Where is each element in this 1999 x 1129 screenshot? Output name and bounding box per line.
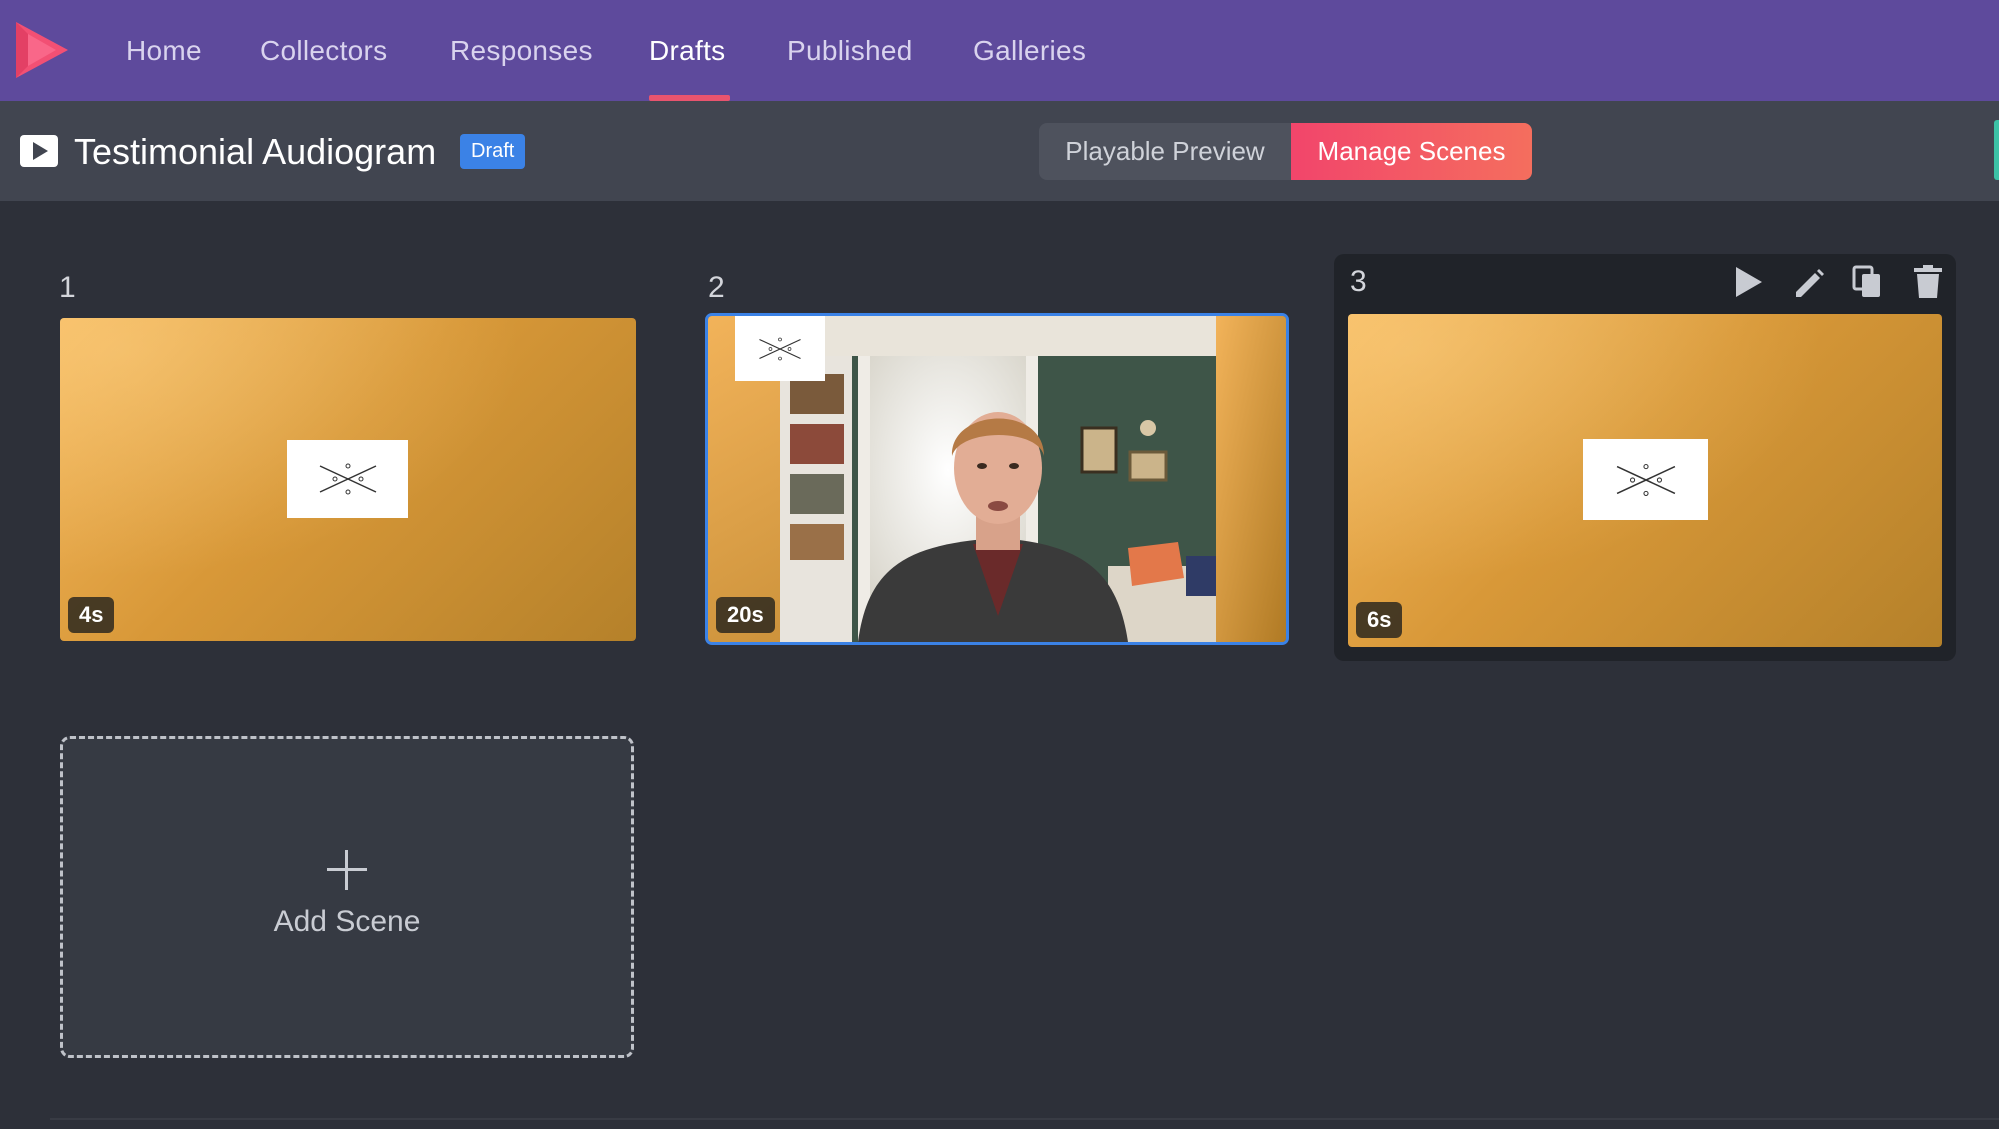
logo-placeholder: [287, 440, 408, 518]
logo-placeholder: [735, 316, 825, 381]
nav-galleries[interactable]: Galleries: [973, 0, 1086, 101]
nav-home[interactable]: Home: [126, 0, 202, 101]
page-title: Testimonial Audiogram: [74, 131, 437, 172]
trash-icon[interactable]: [1911, 264, 1945, 300]
scene-number: 3: [1350, 265, 1367, 298]
scene-thumbnail[interactable]: 20s: [705, 313, 1289, 645]
nav-published[interactable]: Published: [787, 0, 913, 101]
plus-icon[interactable]: [325, 848, 369, 892]
scene-number: 1: [59, 271, 76, 304]
divider: [50, 1118, 1999, 1120]
logo-mark-icon: [759, 337, 801, 360]
duration-badge: 20s: [716, 597, 775, 633]
duplicate-icon[interactable]: [1851, 264, 1885, 300]
scene-number: 2: [708, 271, 725, 304]
pencil-icon[interactable]: [1792, 264, 1826, 300]
duration-badge: 4s: [68, 597, 115, 633]
side-panel-edge[interactable]: [1994, 120, 1999, 180]
status-badge: Draft: [460, 134, 526, 169]
playable-preview-button[interactable]: Playable Preview: [1039, 123, 1291, 180]
manage-scenes-button[interactable]: Manage Scenes: [1291, 123, 1532, 180]
logo-placeholder: [1583, 439, 1708, 520]
app-logo-icon[interactable]: [14, 20, 70, 80]
duration-badge: 6s: [1356, 602, 1403, 638]
video-icon: [20, 135, 58, 167]
nav-drafts[interactable]: Drafts: [649, 0, 725, 101]
logo-mark-icon: [319, 463, 376, 495]
nav-collectors[interactable]: Collectors: [260, 0, 387, 101]
top-nav: Home Collectors Responses Drafts Publish…: [0, 0, 1999, 101]
scene-thumbnail[interactable]: 4s: [60, 318, 636, 641]
scene-thumbnail[interactable]: 6s: [1348, 314, 1942, 647]
add-scene-label[interactable]: Add Scene: [60, 905, 634, 939]
view-toggle: Playable Preview Manage Scenes: [1039, 123, 1532, 180]
play-icon[interactable]: [1731, 264, 1765, 300]
logo-mark-icon: [1616, 463, 1675, 496]
add-scene-button[interactable]: [60, 736, 634, 1058]
nav-responses[interactable]: Responses: [450, 0, 593, 101]
